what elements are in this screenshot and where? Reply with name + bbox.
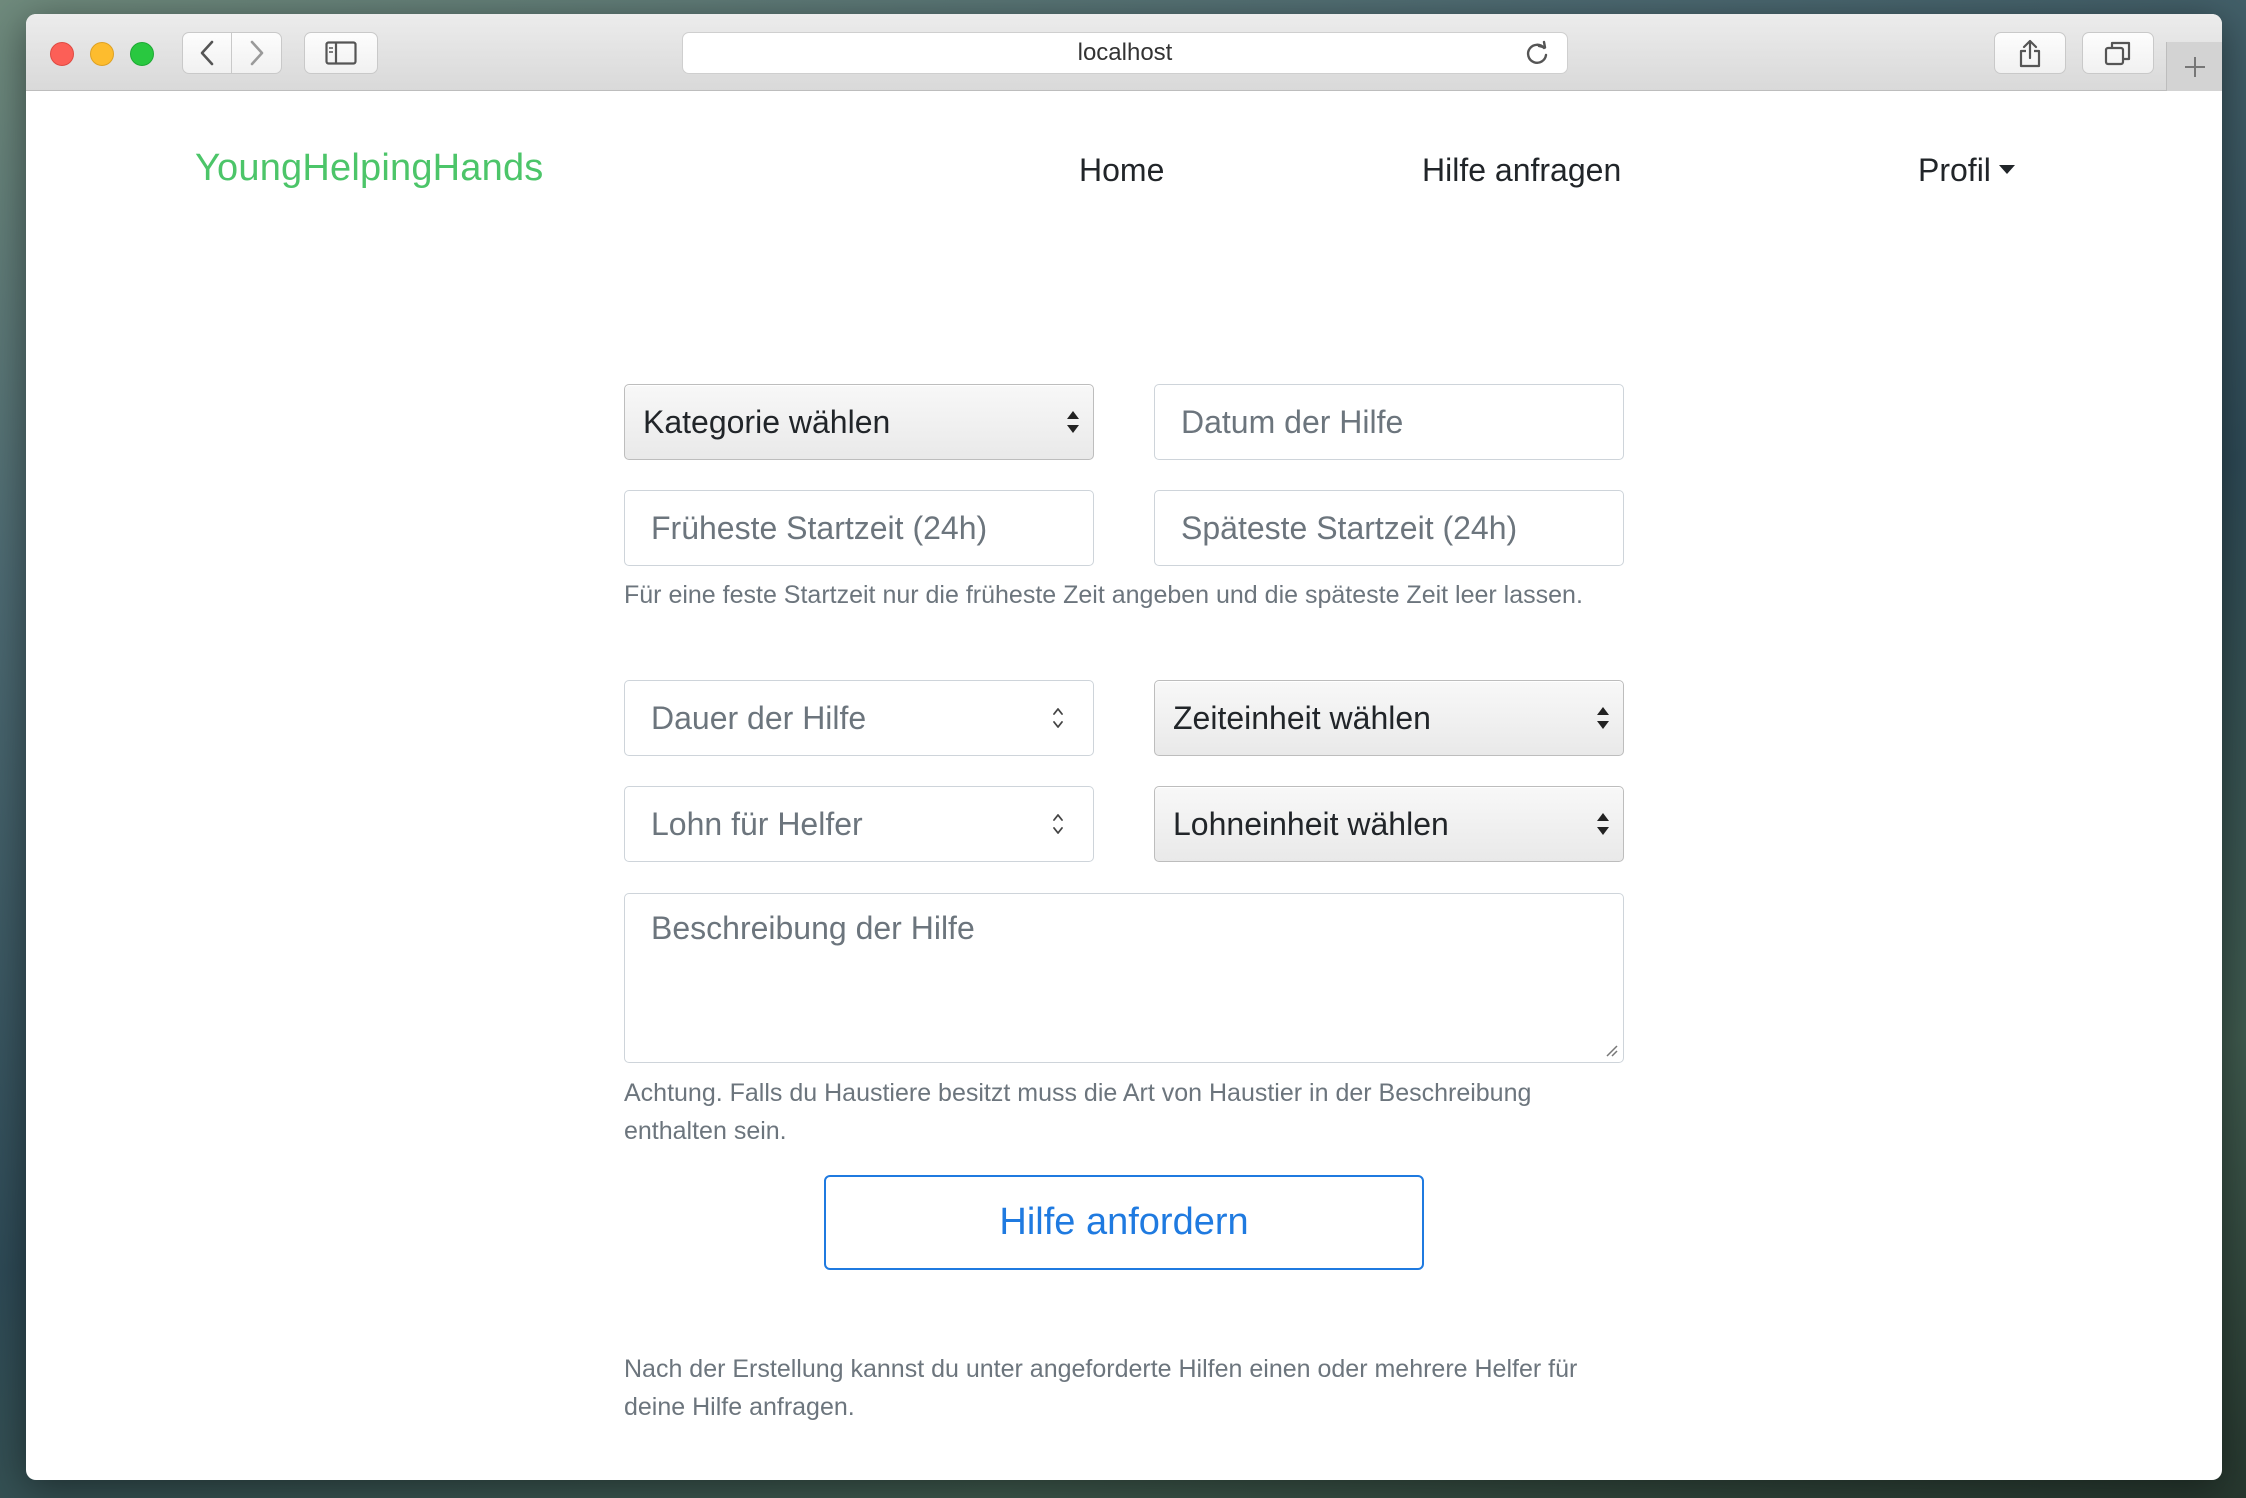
nav-profile-label: Profil — [1918, 152, 1991, 188]
browser-toolbar: localhost — [26, 14, 2222, 91]
share-button[interactable] — [1994, 32, 2066, 74]
category-select-value: Kategorie wählen — [643, 403, 891, 440]
browser-window: localhost YoungHelpingHands Home Hilfe a… — [26, 14, 2222, 1480]
show-tabs-button[interactable] — [2082, 32, 2154, 74]
zoom-window-button[interactable] — [130, 42, 154, 66]
sidebar-icon — [325, 41, 357, 65]
time-unit-select[interactable]: Zeiteinheit wählen — [1154, 680, 1624, 756]
close-window-button[interactable] — [50, 42, 74, 66]
date-input[interactable]: Datum der Hilfe — [1154, 384, 1624, 460]
reload-icon[interactable] — [1523, 40, 1551, 68]
earliest-start-placeholder: Früheste Startzeit (24h) — [651, 509, 988, 546]
address-text: localhost — [1077, 39, 1173, 66]
request-help-submit-button[interactable]: Hilfe anfordern — [824, 1175, 1424, 1270]
nav-profile-dropdown[interactable]: Profil — [1918, 152, 2015, 189]
caret-down-icon — [1998, 165, 2015, 175]
tabs-icon — [2104, 41, 2131, 66]
resize-grip-icon[interactable] — [1603, 1042, 1619, 1058]
minimize-window-button[interactable] — [90, 42, 114, 66]
back-button[interactable] — [182, 32, 232, 74]
duration-placeholder: Dauer der Hilfe — [651, 699, 867, 736]
address-bar[interactable]: localhost — [682, 32, 1568, 74]
pet-hint: Achtung. Falls du Haustiere besitzt muss… — [624, 1079, 1532, 1145]
forward-button[interactable] — [232, 32, 282, 74]
select-arrows-icon — [1067, 411, 1079, 433]
latest-start-placeholder: Späteste Startzeit (24h) — [1181, 509, 1518, 546]
latest-start-input[interactable]: Späteste Startzeit (24h) — [1154, 490, 1624, 566]
date-input-placeholder: Datum der Hilfe — [1181, 403, 1404, 440]
brand-logo[interactable]: YoungHelpingHands — [195, 147, 544, 190]
sidebar-toggle-button[interactable] — [304, 32, 378, 74]
earliest-start-input[interactable]: Früheste Startzeit (24h) — [624, 490, 1094, 566]
category-select[interactable]: Kategorie wählen — [624, 384, 1094, 460]
select-arrows-icon — [1597, 813, 1609, 835]
forward-arrow-icon — [250, 40, 263, 66]
share-icon — [2019, 39, 2041, 68]
select-arrows-icon — [1597, 707, 1609, 729]
start-time-hint: Für eine feste Startzeit nur die frühest… — [624, 581, 1583, 609]
plus-icon — [2184, 56, 2205, 77]
duration-input[interactable]: Dauer der Hilfe — [624, 680, 1094, 756]
wage-input[interactable]: Lohn für Helfer — [624, 786, 1094, 862]
wage-unit-select-value: Lohneinheit wählen — [1173, 805, 1449, 842]
wage-unit-select[interactable]: Lohneinheit wählen — [1154, 786, 1624, 862]
description-placeholder: Beschreibung der Hilfe — [651, 910, 975, 946]
description-textarea[interactable]: Beschreibung der Hilfe — [624, 893, 1624, 1063]
page-content: YoungHelpingHands Home Hilfe anfragen Pr… — [26, 92, 2222, 1480]
new-tab-button[interactable] — [2166, 42, 2222, 91]
back-arrow-icon — [200, 40, 214, 66]
time-unit-select-value: Zeiteinheit wählen — [1173, 699, 1431, 736]
submit-label: Hilfe anfordern — [999, 1201, 1249, 1243]
spinner-icon[interactable] — [1051, 703, 1065, 733]
footer-hint: Nach der Erstellung kannst du unter ange… — [624, 1355, 1578, 1421]
wage-placeholder: Lohn für Helfer — [651, 805, 863, 842]
nav-request-help-link[interactable]: Hilfe anfragen — [1422, 152, 1621, 189]
nav-home-link[interactable]: Home — [1079, 152, 1164, 189]
spinner-icon[interactable] — [1051, 809, 1065, 839]
